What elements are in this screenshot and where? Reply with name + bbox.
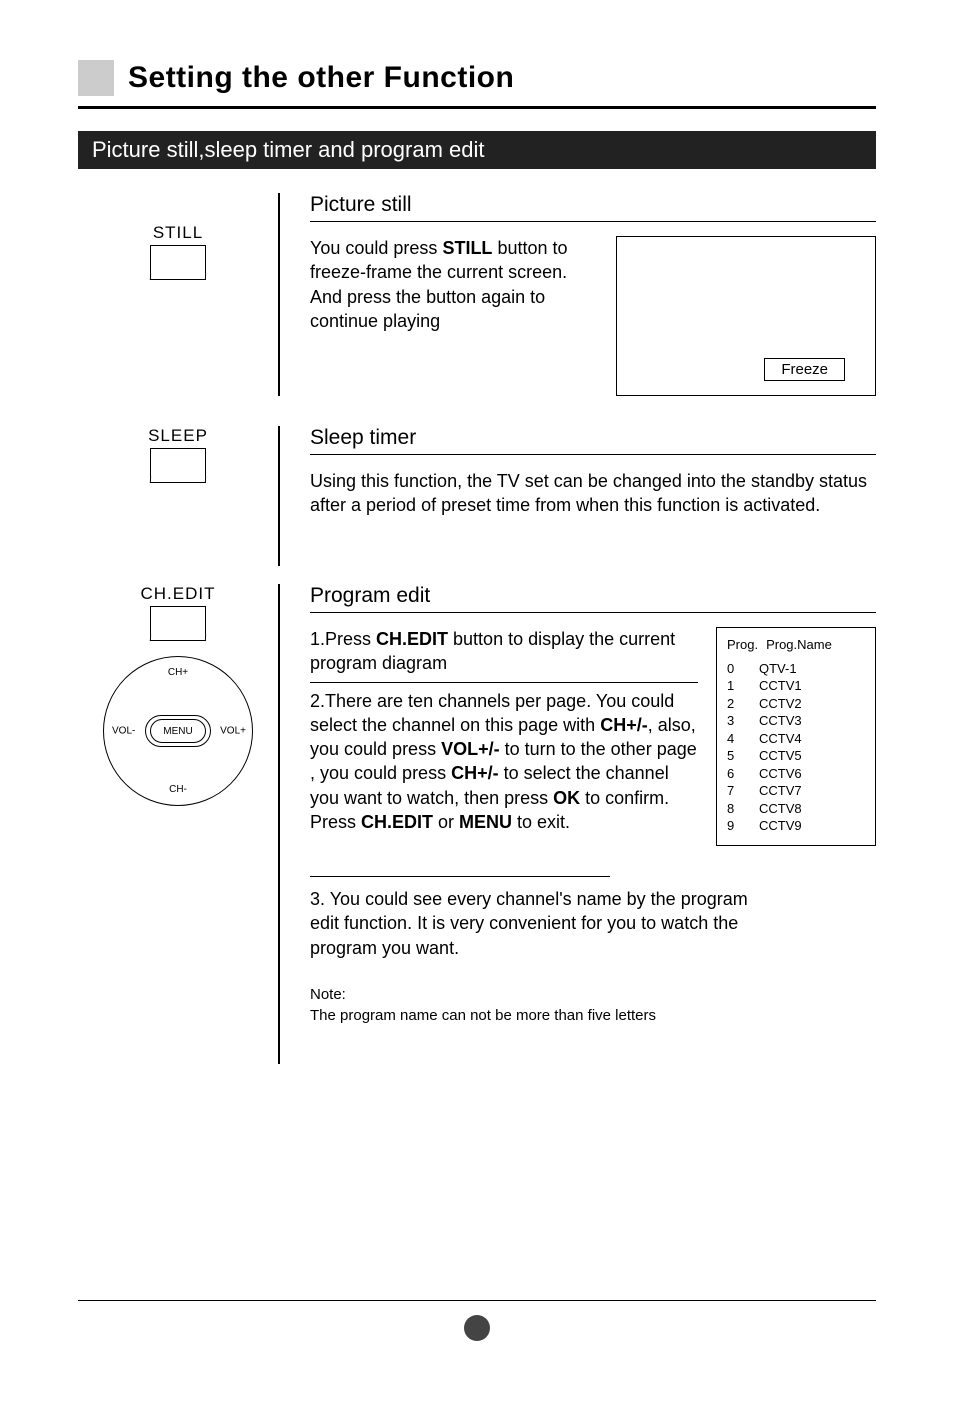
channel-number: 1 — [727, 677, 741, 695]
table-header: Prog. Prog.Name — [727, 636, 865, 654]
header: Setting the other Function — [78, 60, 876, 96]
channel-name: CCTV7 — [759, 782, 802, 800]
picture-still-block: STILL Picture still You could press STIL… — [78, 193, 876, 396]
text-bold: CH.EDIT — [376, 629, 448, 649]
sleep-button-graphic: SLEEP — [128, 426, 228, 478]
channel-number: 9 — [727, 817, 741, 835]
channel-number: 8 — [727, 800, 741, 818]
text-bold: CH+/- — [451, 763, 499, 783]
program-edit-heading: Program edit — [310, 584, 876, 608]
footer-divider — [78, 1300, 876, 1301]
sleep-timer-text: Using this function, the TV set can be c… — [310, 469, 876, 518]
text-bold: VOL+/- — [441, 739, 500, 759]
channel-name: CCTV9 — [759, 817, 802, 835]
channel-name: CCTV8 — [759, 800, 802, 818]
table-row: 3 CCTV3 — [727, 712, 865, 730]
table-row: 2 CCTV2 — [727, 695, 865, 713]
col-header-prog: Prog. — [727, 636, 758, 654]
channel-number: 4 — [727, 730, 741, 748]
table-row: 5 CCTV5 — [727, 747, 865, 765]
text-bold: CH.EDIT — [361, 812, 433, 832]
channel-name: CCTV6 — [759, 765, 802, 783]
text: You could press — [310, 238, 442, 258]
page-title: Setting the other Function — [128, 61, 514, 95]
text: or — [433, 812, 459, 832]
note: Note: The program name can not be more t… — [310, 984, 876, 1026]
table-row: 8 CCTV8 — [727, 800, 865, 818]
header-accent-block — [78, 60, 114, 96]
table-row: 6 CCTV6 — [727, 765, 865, 783]
col-header-name: Prog.Name — [766, 636, 832, 654]
vertical-divider — [278, 426, 280, 566]
still-button-graphic: STILL — [128, 223, 228, 275]
channel-number: 5 — [727, 747, 741, 765]
text: to exit. — [512, 812, 570, 832]
divider — [310, 221, 876, 222]
vertical-divider — [278, 193, 280, 396]
channel-name: CCTV5 — [759, 747, 802, 765]
channel-table: Prog. Prog.Name 0 QTV-1 1 CCTV1 2 CCTV2 3 CCTV3… — [716, 627, 876, 846]
channel-number: 2 — [727, 695, 741, 713]
sleep-timer-heading: Sleep timer — [310, 426, 876, 450]
vertical-divider — [278, 584, 280, 1064]
sleep-timer-block: SLEEP Sleep timer Using this function, t… — [78, 426, 876, 566]
title-underline — [78, 106, 876, 109]
page-indicator-dot — [464, 1315, 490, 1341]
note-label: Note: — [310, 984, 876, 1005]
channel-number: 0 — [727, 660, 741, 678]
picture-still-text: You could press STILL button to freeze-f… — [310, 236, 598, 333]
picture-still-heading: Picture still — [310, 193, 876, 217]
text: 1.Press — [310, 629, 376, 649]
dpad-left-label: VOL- — [112, 726, 135, 737]
dpad-center-label: MENU — [150, 719, 206, 743]
divider — [310, 454, 876, 455]
table-row: 1 CCTV1 — [727, 677, 865, 695]
table-row: 0 QTV-1 — [727, 660, 865, 678]
channel-name: CCTV2 — [759, 695, 802, 713]
text-bold: MENU — [459, 812, 512, 832]
dpad-graphic: CH+ CH- VOL- VOL+ MENU — [103, 656, 253, 806]
button-icon — [150, 606, 206, 636]
channel-name: CCTV4 — [759, 730, 802, 748]
still-button-label: STILL — [128, 223, 228, 243]
program-edit-steps: 1.Press CH.EDIT button to display the cu… — [310, 627, 698, 834]
channel-number: 7 — [727, 782, 741, 800]
dpad-center-ring: MENU — [145, 715, 211, 747]
sleep-button-label: SLEEP — [128, 426, 228, 446]
divider — [310, 876, 610, 877]
dpad-right-label: VOL+ — [220, 726, 246, 737]
program-edit-step3: 3. You could see every channel's name by… — [310, 887, 780, 960]
channel-number: 3 — [727, 712, 741, 730]
channel-number: 6 — [727, 765, 741, 783]
button-icon — [150, 448, 206, 478]
dpad-down-label: CH- — [169, 784, 187, 795]
table-row: 7 CCTV7 — [727, 782, 865, 800]
text-bold: OK — [553, 788, 580, 808]
channel-name: CCTV3 — [759, 712, 802, 730]
chedit-button-graphic: CH.EDIT — [128, 584, 228, 636]
note-text: The program name can not be more than fi… — [310, 1005, 876, 1026]
divider — [310, 612, 876, 613]
button-icon — [150, 245, 206, 275]
table-row: 9 CCTV9 — [727, 817, 865, 835]
dpad-up-label: CH+ — [168, 667, 188, 678]
channel-name: QTV-1 — [759, 660, 797, 678]
program-edit-block: CH.EDIT CH+ CH- VOL- VOL+ MENU Program e… — [78, 584, 876, 1064]
freeze-label: Freeze — [764, 358, 845, 381]
section-header: Picture still,sleep timer and program ed… — [78, 131, 876, 169]
chedit-button-label: CH.EDIT — [128, 584, 228, 604]
text-bold: CH+/- — [600, 715, 648, 735]
text-bold: STILL — [442, 238, 492, 258]
channel-name: CCTV1 — [759, 677, 802, 695]
tv-screen-illustration: Freeze — [616, 236, 876, 396]
table-row: 4 CCTV4 — [727, 730, 865, 748]
